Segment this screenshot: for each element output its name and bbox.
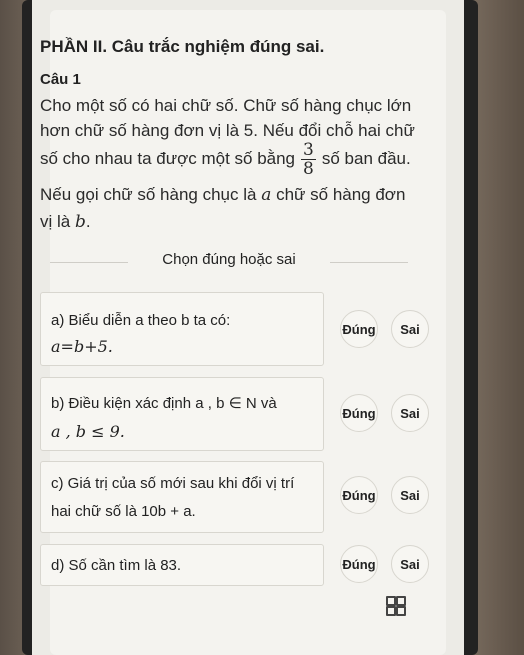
question-line-5: vị là b.: [40, 209, 91, 235]
statement-d-true-button[interactable]: Đúng: [340, 545, 378, 583]
statement-c-true-button[interactable]: Đúng: [340, 476, 378, 514]
fraction: 38: [301, 141, 316, 178]
grid-cell: [396, 596, 406, 606]
statement-b-line-1: b) Điều kiện xác định a , b ∈ N và: [51, 395, 277, 412]
statement-c-line-2: hai chữ số là 10b + a.: [51, 503, 196, 520]
grid-cell: [386, 596, 396, 606]
true-false-divider: Chọn đúng hoặc sai: [50, 251, 446, 273]
statement-a-true-button[interactable]: Đúng: [340, 310, 378, 348]
question-line-1: Cho một số có hai chữ số. Chữ số hàng ch…: [40, 96, 412, 115]
question-line-3-end: số ban đầu.: [321, 148, 411, 168]
statement-d-false-button[interactable]: Sai: [391, 545, 429, 583]
question-line-4: Nếu gọi chữ số hàng chục là a chữ số hàn…: [40, 182, 405, 208]
variable-b: b: [74, 212, 86, 232]
statement-c-false-button[interactable]: Sai: [391, 476, 429, 514]
question-line-5-end: .: [85, 212, 91, 231]
statement-b-line-2: a , b ≤ 9.: [51, 422, 125, 441]
statement-c-line-1: c) Giá trị của số mới sau khi đổi vị trí: [51, 475, 295, 492]
question-label: Câu 1: [40, 71, 81, 88]
statement-a: a) Biểu diễn a theo b ta có: a=b+5.: [40, 292, 324, 366]
question-line-4-start: Nếu gọi chữ số hàng chục là: [40, 185, 257, 204]
grid-cell: [396, 606, 406, 616]
statement-d: d) Số cần tìm là 83.: [40, 544, 324, 586]
statement-a-line-2: a=b+5.: [51, 337, 113, 356]
section-title: PHẦN II. Câu trắc nghiệm đúng sai.: [40, 37, 325, 56]
grid-cell: [386, 606, 396, 616]
divider-label: Chọn đúng hoặc sai: [162, 251, 296, 268]
grid-icon[interactable]: [386, 596, 406, 616]
question-line-3-start: số cho nhau ta được một số bằng: [40, 148, 296, 168]
statement-b-false-button[interactable]: Sai: [391, 394, 429, 432]
statement-b-true-button[interactable]: Đúng: [340, 394, 378, 432]
fraction-denominator: 8: [303, 159, 314, 179]
question-line-5-start: vị là: [40, 212, 71, 231]
statement-a-false-button[interactable]: Sai: [391, 310, 429, 348]
question-line-4-end: chữ số hàng đơn: [276, 185, 406, 204]
statement-b: b) Điều kiện xác định a , b ∈ N và a , b…: [40, 377, 324, 451]
variable-a: a: [261, 185, 272, 205]
question-line-3: số cho nhau ta được một số bằng 3 8 số ban …: [40, 141, 411, 178]
statement-c: c) Giá trị của số mới sau khi đổi vị trí…: [40, 461, 324, 533]
fraction-numerator: 3: [301, 140, 316, 160]
statement-a-line-1: a) Biểu diễn a theo b ta có:: [51, 312, 231, 329]
statement-d-line-1: d) Số cần tìm là 83.: [51, 557, 182, 574]
